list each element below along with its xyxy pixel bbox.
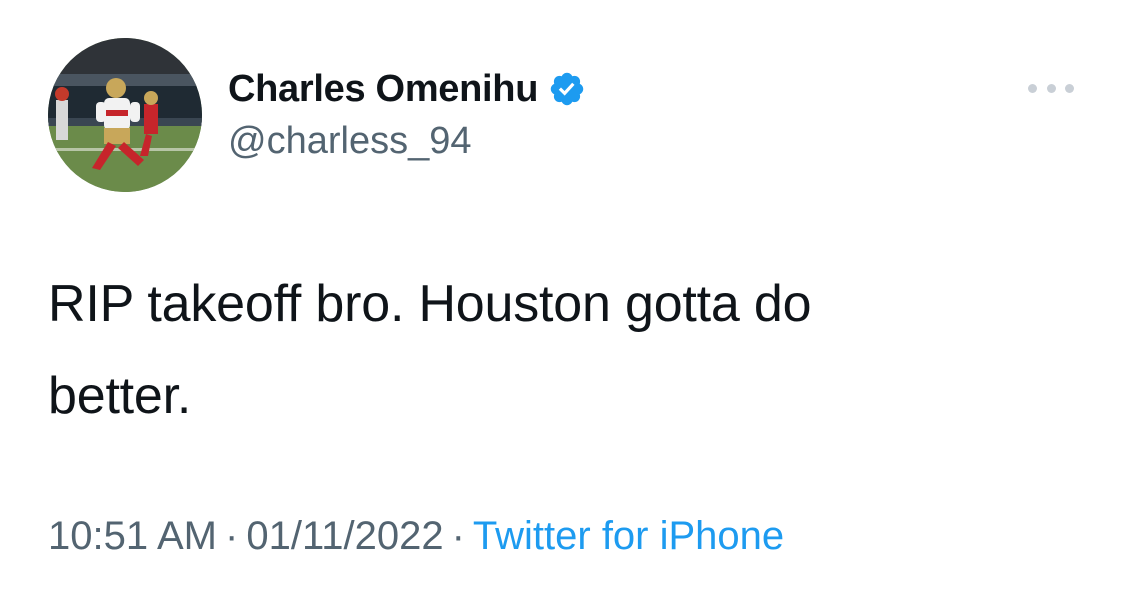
more-options-button[interactable] [1028, 78, 1074, 98]
tweet-date[interactable]: 01/11/2022 [246, 514, 443, 558]
tweet-card: Charles Omenihu @charless_94 RIP takeoff… [0, 0, 1125, 599]
tweet-source-link[interactable]: Twitter for iPhone [473, 514, 784, 558]
tweet-time[interactable]: 10:51 AM [48, 514, 217, 558]
tweet-metadata: 10:51 AM · 01/11/2022 · Twitter for iPhone [48, 514, 784, 559]
author-name-row[interactable]: Charles Omenihu [228, 66, 586, 112]
ellipsis-dot [1065, 83, 1074, 93]
verified-badge-icon [548, 70, 586, 108]
tweet-text-line: better. [48, 367, 192, 425]
separator-dot: · [225, 514, 239, 558]
ellipsis-dot [1046, 83, 1056, 93]
tweet-text: RIP takeoff bro. Houston gotta do better… [48, 258, 1048, 442]
separator-dot: · [451, 514, 465, 558]
author-handle[interactable]: @charless_94 [228, 120, 471, 163]
ellipsis-dot [1028, 83, 1037, 93]
author-display-name[interactable]: Charles Omenihu [228, 68, 538, 111]
author-avatar[interactable] [48, 38, 202, 192]
football-player-avatar-image [48, 38, 202, 192]
tweet-text-line: RIP takeoff bro. Houston gotta do [48, 275, 812, 333]
